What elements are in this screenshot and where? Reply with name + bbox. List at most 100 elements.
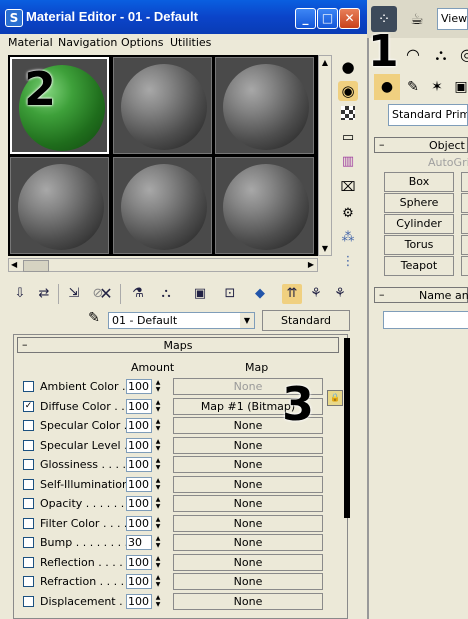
spinner-icon[interactable]: ▲ ▼ xyxy=(153,379,163,394)
object-button[interactable] xyxy=(461,172,468,192)
spinner-icon[interactable]: ▲ ▼ xyxy=(153,496,163,511)
spinner-icon[interactable]: ▲ ▼ xyxy=(153,555,163,570)
map-enable-checkbox[interactable] xyxy=(23,517,34,529)
menu-material[interactable]: Material xyxy=(8,36,53,49)
options-icon[interactable]: ⚙ xyxy=(338,204,358,224)
make-preview-icon[interactable]: ⌧ xyxy=(338,178,358,198)
map-amount-field[interactable]: 100 xyxy=(126,398,152,414)
map-slot-button[interactable]: None xyxy=(173,514,323,532)
rollout-scrollbar[interactable] xyxy=(344,338,350,518)
map-amount-field[interactable]: 100 xyxy=(126,457,152,472)
map-slot-button[interactable]: None xyxy=(173,475,323,493)
map-enable-checkbox[interactable] xyxy=(23,576,34,587)
torus-button[interactable]: Torus xyxy=(384,235,454,255)
view-dropdown[interactable]: View xyxy=(437,8,468,30)
map-enable-checkbox[interactable] xyxy=(23,556,34,568)
map-slot-button[interactable]: None xyxy=(173,436,323,454)
map-slot-button[interactable]: None xyxy=(173,592,323,610)
menu-options[interactable]: Options xyxy=(121,36,163,49)
sample-slot-6[interactable] xyxy=(215,157,314,254)
spinner-icon[interactable]: ▲ ▼ xyxy=(153,418,163,433)
autogrid-label[interactable]: AutoGri xyxy=(428,156,468,169)
object-button[interactable] xyxy=(461,214,468,234)
maximize-button[interactable]: □ xyxy=(317,8,338,29)
backlight-icon[interactable]: ◉ xyxy=(338,81,358,101)
scroll-right-icon[interactable]: ▶ xyxy=(308,260,314,269)
modify-tab-icon[interactable]: ◠ xyxy=(400,42,426,68)
spinner-icon[interactable]: ▲ ▼ xyxy=(153,399,163,414)
slots-vertical-scrollbar[interactable]: ▲ ▼ xyxy=(318,55,332,256)
map-enable-checkbox[interactable] xyxy=(23,498,34,509)
object-button[interactable] xyxy=(461,193,468,213)
spinner-icon[interactable]: ▲ ▼ xyxy=(153,594,163,609)
sample-slot-3[interactable] xyxy=(215,57,314,154)
map-amount-field[interactable]: 100 xyxy=(126,554,152,570)
map-amount-field[interactable]: 100 xyxy=(126,418,152,433)
material-map-navigator-icon[interactable]: ⋮ xyxy=(338,252,358,272)
map-enable-checkbox[interactable] xyxy=(23,537,34,548)
spinner-icon[interactable]: ▲ ▼ xyxy=(153,535,163,550)
video-color-check-icon[interactable]: ▥ xyxy=(338,152,358,172)
minimize-button[interactable]: _ xyxy=(295,8,316,29)
motion-tab-icon[interactable]: ◎ xyxy=(454,42,468,68)
render-icon[interactable]: ☕ xyxy=(404,6,430,32)
geometry-icon[interactable]: ● xyxy=(374,74,400,100)
teapot-button[interactable]: Teapot xyxy=(384,256,454,276)
map-amount-field[interactable]: 100 xyxy=(126,476,152,492)
map-enable-checkbox[interactable] xyxy=(23,478,34,490)
put-to-library-icon[interactable]: ⛬ xyxy=(156,284,176,304)
show-end-result-icon[interactable]: ◆ xyxy=(250,284,270,304)
show-map-in-viewport-icon[interactable]: ⊡ xyxy=(220,284,240,304)
material-effects-channel-icon[interactable]: ▣ xyxy=(190,284,210,304)
background-icon[interactable] xyxy=(341,106,355,120)
name-and-color-header[interactable]: – Name and xyxy=(374,287,468,303)
slots-horizontal-scrollbar[interactable]: ◀ ▶ xyxy=(8,258,318,272)
pick-material-icon[interactable]: ⚘ xyxy=(330,284,350,304)
map-amount-field[interactable]: 30 xyxy=(126,535,152,550)
map-enable-checkbox[interactable] xyxy=(23,381,34,392)
sample-uv-tiling-icon[interactable]: ▭ xyxy=(338,128,358,148)
map-slot-button[interactable]: None xyxy=(173,573,323,590)
material-type-button[interactable]: Standard xyxy=(262,310,350,331)
cylinder-button[interactable]: Cylinder xyxy=(384,214,454,234)
assign-to-selection-icon[interactable]: ⇲ xyxy=(64,284,84,304)
box-button[interactable]: Box xyxy=(384,172,454,192)
shapes-icon[interactable]: ✎ xyxy=(400,74,426,100)
map-enable-checkbox[interactable] xyxy=(23,420,34,431)
collapse-icon[interactable]: – xyxy=(22,338,28,351)
map-amount-field[interactable]: 100 xyxy=(126,496,152,511)
map-slot-button[interactable]: None xyxy=(173,495,323,512)
object-type-header[interactable]: – Object T xyxy=(374,137,468,153)
go-to-parent-icon[interactable]: ⇈ xyxy=(282,284,302,304)
get-material-icon[interactable]: ⇩ xyxy=(10,284,30,304)
hierarchy-tab-icon[interactable]: ⛬ xyxy=(428,42,454,68)
object-name-input[interactable] xyxy=(383,311,468,329)
menu-navigation[interactable]: Navigation xyxy=(58,36,117,49)
spinner-icon[interactable]: ▲ ▼ xyxy=(153,516,163,531)
map-enable-checkbox[interactable] xyxy=(23,439,34,451)
map-slot-button[interactable]: None xyxy=(173,456,323,473)
close-button[interactable]: ✕ xyxy=(339,8,360,29)
sphere-button[interactable]: Sphere xyxy=(384,193,454,213)
map-amount-field[interactable]: 100 xyxy=(126,379,152,394)
scroll-down-icon[interactable]: ▼ xyxy=(319,244,331,253)
lights-icon[interactable]: ✶ xyxy=(424,74,450,100)
delete-icon[interactable]: ✕ xyxy=(96,284,116,304)
select-by-material-icon[interactable]: ⁂ xyxy=(338,228,358,248)
make-unique-icon[interactable]: ⚗ xyxy=(128,284,148,304)
map-enable-checkbox[interactable] xyxy=(23,595,34,607)
scroll-left-icon[interactable]: ◀ xyxy=(11,260,17,269)
sample-slot-5[interactable] xyxy=(113,157,212,254)
map-enable-checkbox[interactable]: ✓ xyxy=(23,400,34,412)
scroll-thumb[interactable] xyxy=(23,260,49,272)
object-button[interactable] xyxy=(461,256,468,276)
map-slot-button[interactable]: None xyxy=(173,553,323,571)
map-amount-field[interactable]: 100 xyxy=(126,574,152,589)
sample-slot-2[interactable] xyxy=(113,57,212,154)
spinner-icon[interactable]: ▲ ▼ xyxy=(153,574,163,589)
map-enable-checkbox[interactable] xyxy=(23,459,34,470)
primitive-type-dropdown[interactable]: Standard Primitive xyxy=(388,104,468,126)
map-slot-button[interactable]: None xyxy=(173,534,323,551)
object-button[interactable] xyxy=(461,235,468,255)
eyedropper-icon[interactable]: ✎ xyxy=(84,310,104,330)
